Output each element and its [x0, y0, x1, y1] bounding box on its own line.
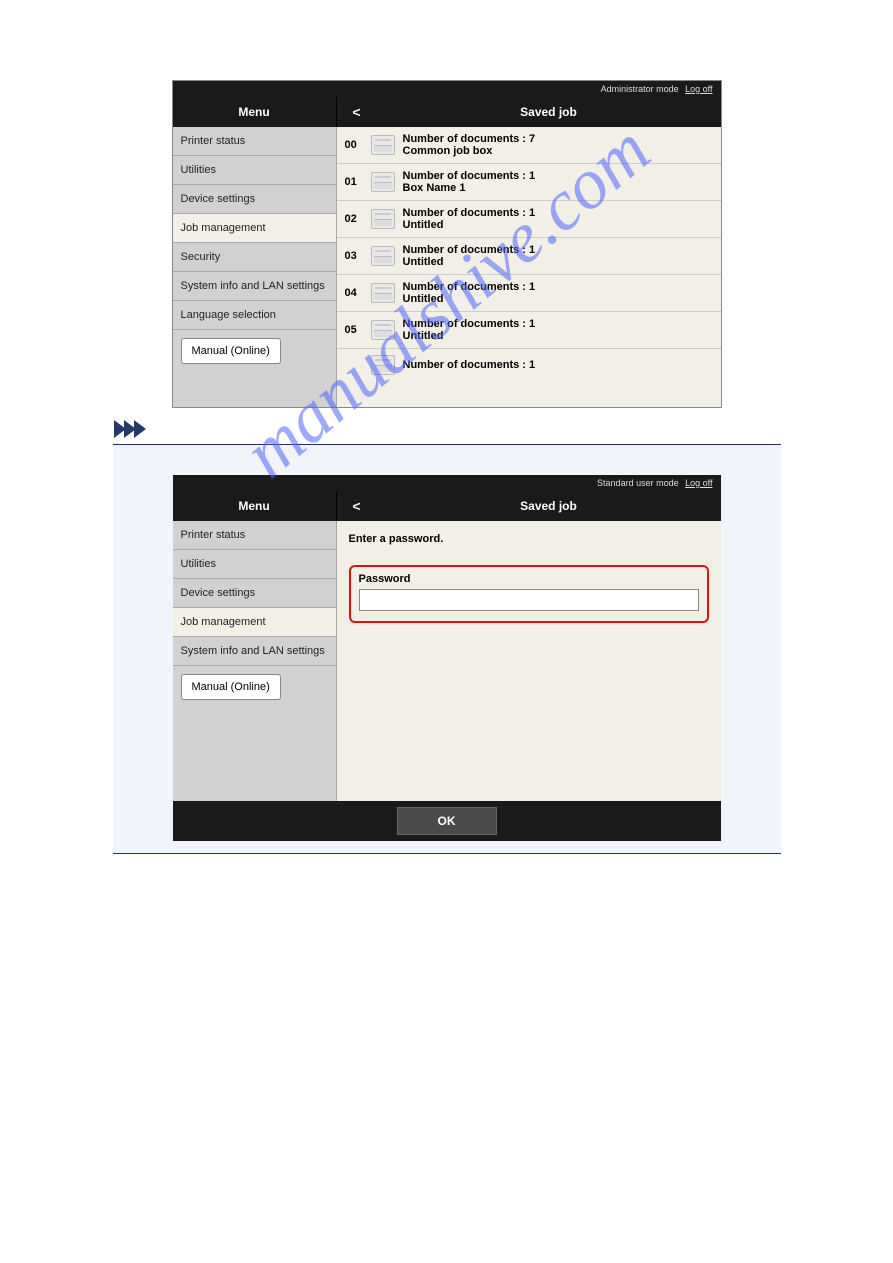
sidebar-item-job-management[interactable]: Job management — [173, 608, 336, 637]
sidebar-item-printer-status[interactable]: Printer status — [173, 521, 336, 550]
job-index: 01 — [345, 176, 363, 188]
job-doc-count: Number of documents : 1 — [403, 244, 713, 256]
sidebar-item-device-settings[interactable]: Device settings — [173, 579, 336, 608]
job-index: 00 — [345, 139, 363, 151]
password-pane: Enter a password. Password — [337, 521, 721, 801]
sidebar-item-job-management[interactable]: Job management — [173, 214, 336, 243]
job-index: 03 — [345, 250, 363, 262]
mode-label: Administrator mode — [601, 84, 679, 94]
password-prompt: Enter a password. — [349, 533, 709, 545]
topbar: Administrator mode Log off — [173, 81, 721, 97]
job-doc-count: Number of documents : 1 — [403, 281, 713, 293]
page-title: Saved job — [377, 97, 721, 127]
job-list: 00 Number of documents : 7Common job box… — [337, 127, 721, 407]
password-highlight-box: Password — [349, 565, 709, 623]
screenshot-admin: Administrator mode Log off Menu < Saved … — [172, 80, 722, 408]
job-doc-count: Number of documents : 1 — [403, 359, 713, 371]
job-row[interactable]: 02 Number of documents : 1Untitled — [337, 201, 721, 238]
mode-label: Standard user mode — [597, 478, 679, 488]
job-row[interactable]: 01 Number of documents : 1Box Name 1 — [337, 164, 721, 201]
job-row[interactable]: Number of documents : 1 — [337, 349, 721, 381]
job-row[interactable]: 03 Number of documents : 1Untitled — [337, 238, 721, 275]
sidebar-item-device-settings[interactable]: Device settings — [173, 185, 336, 214]
sidebar-item-system-info[interactable]: System info and LAN settings — [173, 637, 336, 666]
manual-online-button[interactable]: Manual (Online) — [181, 674, 281, 700]
job-doc-count: Number of documents : 1 — [403, 170, 713, 182]
topbar: Standard user mode Log off — [173, 475, 721, 491]
page-title: Saved job — [377, 491, 721, 521]
job-index: 05 — [345, 324, 363, 336]
job-name: Untitled — [403, 256, 713, 268]
screenshot-standard: Standard user mode Log off Menu < Saved … — [173, 475, 721, 841]
step-arrow-icon — [112, 420, 782, 438]
sidebar-item-printer-status[interactable]: Printer status — [173, 127, 336, 156]
logoff-link[interactable]: Log off — [685, 478, 712, 488]
job-name: Untitled — [403, 330, 713, 342]
job-box-icon — [371, 320, 395, 340]
job-name: Common job box — [403, 145, 713, 157]
sidebar: Printer status Utilities Device settings… — [173, 127, 337, 407]
job-name: Box Name 1 — [403, 182, 713, 194]
job-name: Untitled — [403, 219, 713, 231]
job-box-icon — [371, 246, 395, 266]
back-button[interactable]: < — [337, 491, 377, 521]
job-box-icon — [371, 135, 395, 155]
ok-button[interactable]: OK — [397, 807, 497, 835]
job-name: Untitled — [403, 293, 713, 305]
menu-header: Menu — [173, 491, 337, 521]
sidebar-item-system-info[interactable]: System info and LAN settings — [173, 272, 336, 301]
password-label: Password — [359, 573, 699, 585]
job-index: 02 — [345, 213, 363, 225]
logoff-link[interactable]: Log off — [685, 84, 712, 94]
job-row[interactable]: 00 Number of documents : 7Common job box — [337, 127, 721, 164]
job-box-icon — [371, 172, 395, 192]
job-doc-count: Number of documents : 7 — [403, 133, 713, 145]
manual-online-button[interactable]: Manual (Online) — [181, 338, 281, 364]
job-index: 04 — [345, 287, 363, 299]
header: Menu < Saved job — [173, 97, 721, 127]
sidebar-item-utilities[interactable]: Utilities — [173, 550, 336, 579]
job-row[interactable]: 04 Number of documents : 1Untitled — [337, 275, 721, 312]
back-button[interactable]: < — [337, 97, 377, 127]
password-input[interactable] — [359, 589, 699, 611]
sidebar-item-security[interactable]: Security — [173, 243, 336, 272]
job-doc-count: Number of documents : 1 — [403, 318, 713, 330]
footer: OK — [173, 801, 721, 841]
sidebar-item-utilities[interactable]: Utilities — [173, 156, 336, 185]
menu-header: Menu — [173, 97, 337, 127]
sidebar-item-language[interactable]: Language selection — [173, 301, 336, 330]
job-row[interactable]: 05 Number of documents : 1Untitled — [337, 312, 721, 349]
sidebar: Printer status Utilities Device settings… — [173, 521, 337, 801]
header: Menu < Saved job — [173, 491, 721, 521]
job-doc-count: Number of documents : 1 — [403, 207, 713, 219]
screenshot-standard-wrap: Standard user mode Log off Menu < Saved … — [113, 444, 781, 854]
job-box-icon — [371, 283, 395, 303]
job-box-icon — [371, 209, 395, 229]
job-box-icon — [371, 355, 395, 375]
